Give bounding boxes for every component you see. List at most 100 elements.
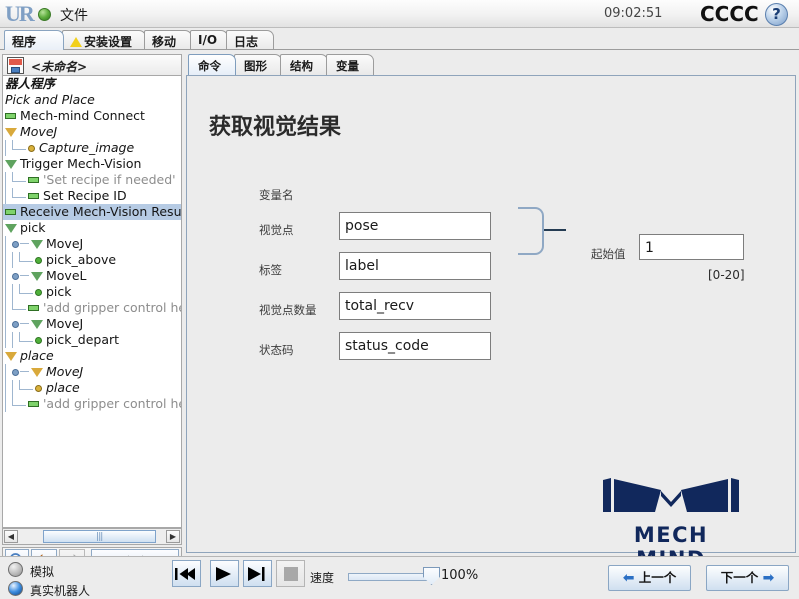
tree-item[interactable]: pick_depart — [3, 332, 181, 348]
tree-item[interactable]: Trigger Mech-Vision — [3, 156, 181, 172]
scroll-left-arrow-icon[interactable]: ◀ — [4, 530, 18, 543]
next-button[interactable]: 下一个 ➡ — [706, 565, 789, 591]
tab-move-label: 移动 — [152, 35, 177, 49]
expander-triangle-icon[interactable] — [31, 320, 43, 329]
field-label-vision-point: 视觉点 — [259, 223, 294, 237]
scrollbar-thumb[interactable]: ||| — [43, 530, 156, 543]
tree-stem — [5, 364, 12, 380]
right-arrow-icon: ➡ — [762, 570, 775, 586]
tab-installation[interactable]: 安装设置 — [62, 30, 146, 50]
tree-knob-icon[interactable] — [12, 241, 19, 248]
tree-elbow — [19, 380, 33, 390]
tree-item[interactable]: MoveJ — [3, 124, 181, 140]
tree-item-label: MoveJ — [46, 236, 84, 251]
play-button[interactable] — [210, 560, 239, 587]
tab-variables-label: 变量 — [336, 59, 359, 73]
title-bar: UR 文件 09:02:51 CCCC ? — [0, 0, 799, 28]
step-button[interactable] — [243, 560, 272, 587]
radio-real-robot-label: 真实机器人 — [30, 584, 91, 598]
program-tree[interactable]: 器人程序 Pick and Place Mech-mind Connect MoveJ… — [2, 76, 182, 528]
tab-structure[interactable]: 结构 — [280, 54, 328, 75]
speed-slider-track[interactable] — [348, 573, 433, 581]
tree-stem — [5, 140, 12, 156]
expander-triangle-icon[interactable] — [31, 272, 43, 281]
tree-item[interactable]: 'add gripper control he — [3, 396, 181, 412]
tree-item[interactable]: place — [3, 348, 181, 364]
tree-item[interactable]: Mech-mind Connect — [3, 108, 181, 124]
tree-item-label: pick — [20, 220, 46, 235]
help-icon[interactable]: ? — [765, 3, 788, 26]
tree-item[interactable]: 'Set recipe if needed' — [3, 172, 181, 188]
tree-item[interactable]: 器人程序 — [3, 76, 181, 92]
tree-stem — [5, 332, 12, 348]
scroll-right-arrow-icon[interactable]: ▶ — [166, 530, 180, 543]
tree-horizontal-scrollbar[interactable]: ◀ ▶ ||| — [2, 528, 182, 545]
tab-log[interactable]: 日志 — [226, 30, 274, 50]
radio-real-robot[interactable] — [8, 581, 23, 596]
speed-slider-knob[interactable] — [423, 567, 440, 585]
file-name-label: <未命名> — [31, 60, 88, 74]
tab-log-label: 日志 — [234, 35, 259, 49]
tree-item[interactable]: MoveJ — [3, 364, 181, 380]
tree-knob-icon[interactable] — [12, 273, 19, 280]
tab-command[interactable]: 命令 — [188, 54, 236, 75]
tree-item-label: 'add gripper control he — [43, 300, 182, 315]
tree-knob-icon[interactable] — [12, 321, 19, 328]
tree-item[interactable]: MoveL — [3, 268, 181, 284]
field-label-start-value: 起始值 — [591, 247, 626, 261]
tab-variables[interactable]: 变量 — [326, 54, 374, 75]
next-button-label: 下一个 — [720, 570, 759, 585]
page-title: 获取视觉结果 — [209, 115, 342, 140]
expander-triangle-icon[interactable] — [5, 128, 17, 137]
tree-item[interactable]: Capture_image — [3, 140, 181, 156]
field-input-status-code[interactable]: status_code — [339, 332, 491, 360]
field-input-vision-point-count[interactable]: total_recv — [339, 292, 491, 320]
mech-mind-mark-icon — [603, 478, 739, 512]
tree-item[interactable]: Receive Mech-Vision Resul — [3, 204, 181, 220]
tree-item-label: pick_above — [46, 252, 117, 267]
tree-stem — [5, 284, 12, 300]
expander-triangle-icon[interactable] — [31, 368, 43, 377]
tab-graphics[interactable]: 图形 — [234, 54, 282, 75]
field-input-tag[interactable]: label — [339, 252, 491, 280]
file-menu-button[interactable]: 文件 — [60, 5, 88, 25]
rewind-button[interactable] — [172, 560, 201, 587]
expander-triangle-icon[interactable] — [5, 160, 17, 169]
tree-item[interactable]: pick_above — [3, 252, 181, 268]
tree-item-label: 'Set recipe if needed' — [43, 172, 176, 187]
previous-button[interactable]: ⬅ 上一个 — [608, 565, 691, 591]
tab-io[interactable]: I/O — [190, 30, 228, 50]
tree-item-label: MoveJ — [46, 316, 84, 331]
tab-program[interactable]: 程序 — [4, 30, 64, 50]
tab-move[interactable]: 移动 — [144, 30, 192, 50]
tree-knob-icon[interactable] — [12, 369, 19, 376]
tree-stem — [12, 380, 19, 396]
radio-simulation-label: 模拟 — [30, 565, 55, 579]
tab-command-label: 命令 — [198, 59, 221, 73]
field-input-start-value[interactable]: 1 — [639, 234, 744, 260]
tree-item[interactable]: MoveJ — [3, 236, 181, 252]
tree-connector — [20, 371, 29, 372]
field-input-vision-point[interactable]: pose — [339, 212, 491, 240]
tree-stem — [5, 268, 12, 284]
radio-simulation[interactable] — [8, 562, 23, 577]
expander-triangle-icon[interactable] — [31, 240, 43, 249]
tree-item[interactable]: pick — [3, 284, 181, 300]
file-name-bar: <未命名> — [2, 54, 182, 76]
tree-item[interactable]: MoveJ — [3, 316, 181, 332]
tree-item[interactable]: 'add gripper control he — [3, 300, 181, 316]
tree-item[interactable]: pick — [3, 220, 181, 236]
tree-item[interactable]: place — [3, 380, 181, 396]
tree-item[interactable]: Pick and Place — [3, 92, 181, 108]
tree-stem — [5, 236, 12, 252]
floppy-save-icon[interactable] — [7, 57, 24, 74]
tree-item[interactable]: Set Recipe ID — [3, 188, 181, 204]
expander-triangle-icon[interactable] — [5, 352, 17, 361]
node-dash-icon — [5, 113, 16, 119]
tree-item-label: MoveJ — [20, 124, 58, 139]
left-arrow-icon: ⬅ — [622, 570, 635, 586]
brand-label: CCCC — [700, 2, 759, 26]
tree-stem — [12, 284, 19, 300]
expander-triangle-icon[interactable] — [5, 224, 17, 233]
node-dot-icon — [35, 289, 42, 296]
